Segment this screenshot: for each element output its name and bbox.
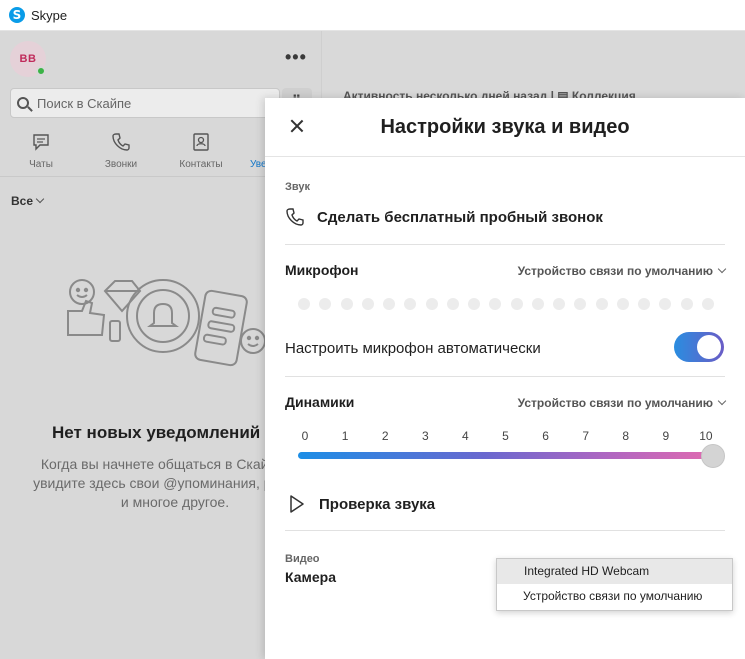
tab-chats-label: Чаты — [29, 159, 53, 170]
volume-slider[interactable] — [298, 452, 713, 459]
mic-level-dot — [574, 298, 587, 310]
tab-contacts[interactable]: Контакты — [166, 131, 236, 170]
microphone-label: Микрофон — [285, 262, 359, 278]
dialog-title: Настройки звука и видео — [380, 116, 630, 138]
divider — [285, 244, 725, 245]
volume-scale-tick: 3 — [421, 429, 429, 443]
mic-level-dot — [510, 298, 523, 310]
volume-scale-tick: 4 — [462, 429, 469, 443]
camera-option-selected[interactable]: Integrated HD Webcam — [497, 559, 732, 584]
more-options-button[interactable]: ••• — [285, 47, 307, 68]
volume-scale-tick: 2 — [381, 429, 389, 443]
mic-level-dot — [595, 298, 608, 310]
auto-mic-toggle[interactable] — [674, 332, 724, 362]
test-call-button[interactable]: Сделать бесплатный пробный звонок — [285, 206, 603, 228]
dialog-header: Настройки звука и видео — [265, 98, 745, 157]
mic-level-dot — [404, 298, 417, 310]
mic-level-dot — [319, 298, 332, 310]
divider — [285, 376, 725, 377]
tab-chats[interactable]: Чаты — [6, 131, 76, 170]
divider — [285, 530, 725, 531]
phone-icon — [286, 208, 304, 226]
chevron-down-icon — [717, 396, 727, 406]
search-input[interactable]: Поиск в Скайпе — [10, 88, 280, 118]
mic-level-dot — [446, 298, 459, 310]
speakers-device-dropdown[interactable]: Устройство связи по умолчанию — [517, 396, 727, 410]
mic-level-dot — [616, 298, 629, 310]
microphone-device-value: Устройство связи по умолчанию — [517, 264, 713, 278]
mic-level-dot — [659, 298, 672, 310]
toggle-knob — [697, 335, 721, 359]
phone-icon — [86, 131, 156, 153]
volume-scale-tick: 10 — [699, 429, 713, 443]
chat-icon — [6, 131, 76, 153]
volume-scale-tick: 5 — [502, 429, 509, 443]
mic-level-dot — [468, 298, 480, 310]
volume-scale-tick: 8 — [622, 429, 630, 443]
video-section-label: Видео — [285, 553, 320, 565]
search-placeholder: Поиск в Скайпе — [37, 95, 132, 111]
tab-calls[interactable]: Звонки — [86, 131, 156, 170]
camera-label: Камера — [285, 569, 336, 585]
mic-level-dot — [361, 298, 374, 310]
microphone-device-dropdown[interactable]: Устройство связи по умолчанию — [517, 264, 727, 278]
audio-section-label: Звук — [285, 181, 311, 193]
volume-scale-tick: 1 — [341, 429, 349, 443]
mic-level-dot — [298, 298, 310, 310]
camera-option[interactable]: Устройство связи по умолчанию — [497, 584, 732, 609]
camera-dropdown-menu: Integrated HD Webcam Устройство связи по… — [496, 558, 733, 611]
chevron-down-icon — [717, 264, 727, 274]
chevron-down-icon — [35, 194, 45, 204]
audio-video-settings-dialog: Настройки звука и видео Звук Сделать бес… — [265, 98, 745, 659]
mic-level-dot — [340, 298, 353, 310]
play-icon — [290, 495, 304, 513]
volume-scale-tick: 9 — [662, 429, 670, 443]
volume-scale-tick: 7 — [582, 429, 589, 443]
speakers-device-value: Устройство связи по умолчанию — [517, 396, 713, 410]
volume-scale-tick: 6 — [542, 429, 549, 443]
speakers-label: Динамики — [285, 394, 355, 410]
mic-level-dot — [553, 298, 565, 310]
online-status-icon — [36, 66, 46, 76]
window-title: Skype — [31, 7, 68, 23]
contacts-icon — [166, 131, 236, 153]
avatar[interactable]: BB — [10, 41, 46, 77]
tab-contacts-label: Контакты — [179, 159, 223, 170]
mic-level-dot — [383, 298, 395, 310]
empty-state-title: Нет новых уведомлений — [52, 423, 261, 442]
mic-level-dot — [531, 298, 544, 310]
skype-logo-icon: S — [9, 7, 25, 23]
volume-slider-handle[interactable] — [701, 444, 725, 468]
mic-level-dot — [425, 298, 438, 310]
sound-check-button[interactable]: Проверка звука — [289, 495, 435, 513]
filter-dropdown[interactable]: Все — [11, 194, 45, 208]
search-icon — [17, 97, 29, 109]
mic-level-dot — [489, 298, 502, 310]
mic-level-dot — [701, 298, 714, 310]
tab-calls-label: Звонки — [104, 159, 138, 170]
filter-label: Все — [11, 194, 34, 208]
volume-scale-tick: 0 — [301, 429, 309, 443]
volume-scale: 0 1 2 3 4 5 6 7 8 9 10 — [298, 429, 713, 443]
sound-check-label: Проверка звука — [319, 495, 436, 513]
mic-level-dot — [680, 298, 693, 310]
microphone-level-meter — [298, 298, 714, 310]
notifications-illustration-icon — [67, 279, 266, 367]
avatar-initials: BB — [19, 53, 37, 65]
test-call-label: Сделать бесплатный пробный звонок — [317, 208, 603, 226]
mic-level-dot — [638, 298, 650, 310]
window-titlebar: S Skype — [0, 0, 745, 31]
auto-mic-label: Настроить микрофон автоматически — [285, 340, 541, 357]
